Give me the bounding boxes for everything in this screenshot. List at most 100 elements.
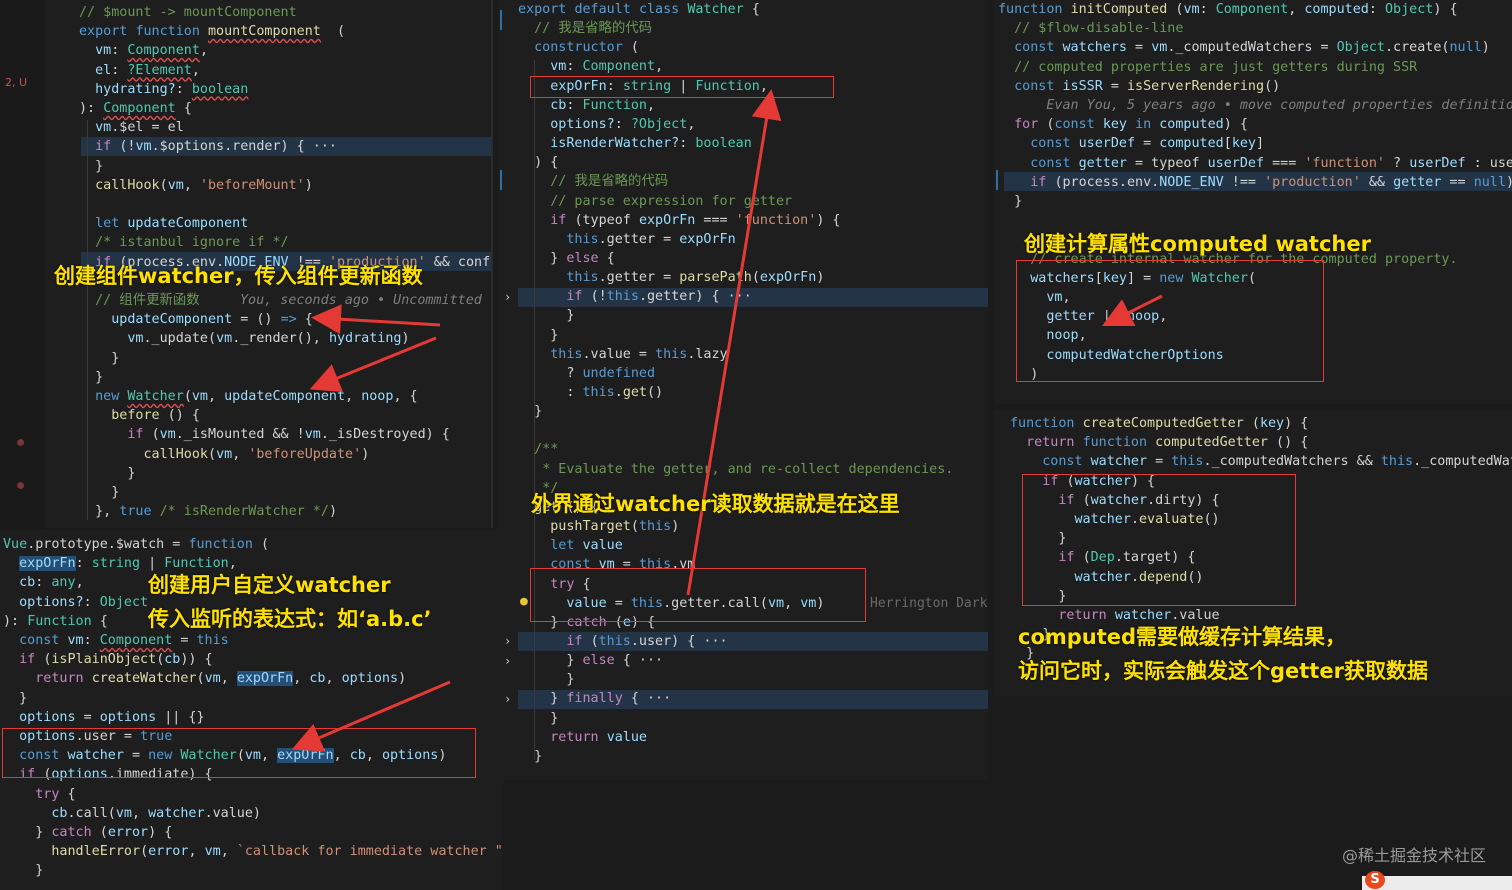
code-token: createComputedGetter [1082, 416, 1244, 431]
code-token: Function [164, 556, 229, 572]
code-token: () [647, 385, 664, 400]
breakpoint-dot[interactable] [17, 439, 24, 446]
code-token: watcher [1090, 454, 1148, 470]
lightbulb-icon[interactable]: ● [520, 594, 528, 609]
ime-logo-icon[interactable]: S [1365, 871, 1385, 889]
code-line: this.getter = expOrFn [518, 230, 735, 249]
code-token: { ··· [614, 653, 664, 669]
code-token: }, [79, 504, 120, 520]
code-token: } [79, 485, 120, 500]
code-token: key [1259, 416, 1285, 431]
code-token: // parse expression for getter [550, 193, 793, 209]
code-token: if [1030, 174, 1055, 190]
code-token: options [341, 671, 399, 687]
code-line: this.getter = parsePath(expOrFn) [518, 268, 824, 287]
code-token: { [296, 312, 313, 328]
code-line: el: ?Element, [79, 61, 200, 80]
code-token: watcher [1114, 608, 1172, 623]
code-token: hydrating? [95, 81, 176, 97]
code-token: let [95, 216, 128, 232]
code-token: ._isMounted && ! [175, 427, 305, 443]
code-token: , [655, 59, 664, 75]
code-token: 'function' [735, 212, 817, 228]
code-token: error [107, 825, 149, 840]
fold-chevron-icon[interactable]: › [504, 654, 511, 668]
code-line: handleError(error, vm, `callback for imm… [3, 842, 503, 861]
code-token: expOrFn [19, 556, 76, 572]
code-token: ) { [148, 825, 173, 840]
fold-chevron-icon[interactable]: › [504, 290, 511, 304]
code-token: ) { [816, 212, 841, 228]
code-token: !== [1223, 174, 1265, 190]
code-editor-watcher[interactable]: export default class Watcher { // 我是省略的代… [498, 0, 988, 780]
code-token: ( [320, 24, 346, 40]
color-theme-label: Herrington Dark [870, 596, 988, 611]
code-token: isSSR [1062, 78, 1103, 94]
code-token: : [1368, 2, 1385, 17]
code-line: : this.get() [518, 383, 663, 402]
code-token: , [132, 805, 149, 821]
code-token: userDef [1409, 155, 1466, 171]
code-token: , [75, 575, 84, 591]
code-token: constructor [534, 40, 623, 56]
code-token: expOrFn [638, 212, 696, 228]
code-token: computedGetter [1155, 435, 1268, 451]
code-token: ) [304, 177, 313, 193]
code-token: vm [204, 844, 221, 860]
breakpoint-dot[interactable] [17, 482, 24, 489]
code-token: 'beforeMount' [199, 177, 305, 193]
annotation-user-watcher-expression: 传入监听的表达式：如‘a.b.c’ [148, 607, 432, 631]
code-line: } [518, 326, 558, 345]
watermark: @稀土掘金技术社区 [1341, 846, 1486, 865]
code-token: : user [1473, 155, 1512, 171]
code-token: { [175, 101, 192, 116]
code-token: default [574, 2, 639, 17]
code-token: (! [590, 289, 607, 305]
code-line: return function computedGetter () { [1010, 433, 1308, 452]
highlight-box-computed-getter [1022, 474, 1296, 606]
code-token: vm [67, 633, 84, 648]
code-token: ?Element [127, 62, 192, 78]
fold-chevron-icon[interactable]: › [504, 634, 511, 648]
code-token: return [1026, 435, 1083, 451]
code-token: vm [127, 331, 144, 347]
code-token: ._computedWatchers && [1203, 454, 1381, 470]
code-token: ) { [1284, 416, 1309, 431]
code-token: : [566, 97, 583, 113]
code-line: /** [518, 440, 558, 459]
code-line: cb.call(vm, watcher.value) [3, 804, 261, 823]
code-token: } [518, 404, 543, 420]
code-token: if [95, 139, 120, 155]
code-token: callHook [95, 177, 160, 193]
code-token: this [1171, 454, 1204, 470]
code-token: // 组件更新函数 [95, 293, 200, 308]
code-token: = () [232, 312, 281, 328]
code-token: { [91, 613, 108, 629]
panel-watcher-class: export default class Watcher { // 我是省略的代… [498, 0, 988, 780]
code-token: value [582, 538, 623, 554]
code-token: Component [127, 43, 200, 59]
code-token: function [998, 2, 1071, 17]
fold-chevron-icon[interactable]: › [504, 692, 511, 706]
code-token: else [582, 653, 615, 669]
code-line: Evan You, 5 years ago • move computed pr… [998, 96, 1512, 115]
code-token: : [83, 633, 100, 648]
code-token: `callback for immediate watcher "$ [236, 844, 503, 860]
code-token: { ··· [622, 691, 672, 707]
code-token: any [51, 575, 76, 591]
code-line: return watcher.value [1010, 606, 1219, 625]
code-line: // 我是省略的代码 [518, 172, 668, 191]
code-token: : [35, 575, 52, 591]
